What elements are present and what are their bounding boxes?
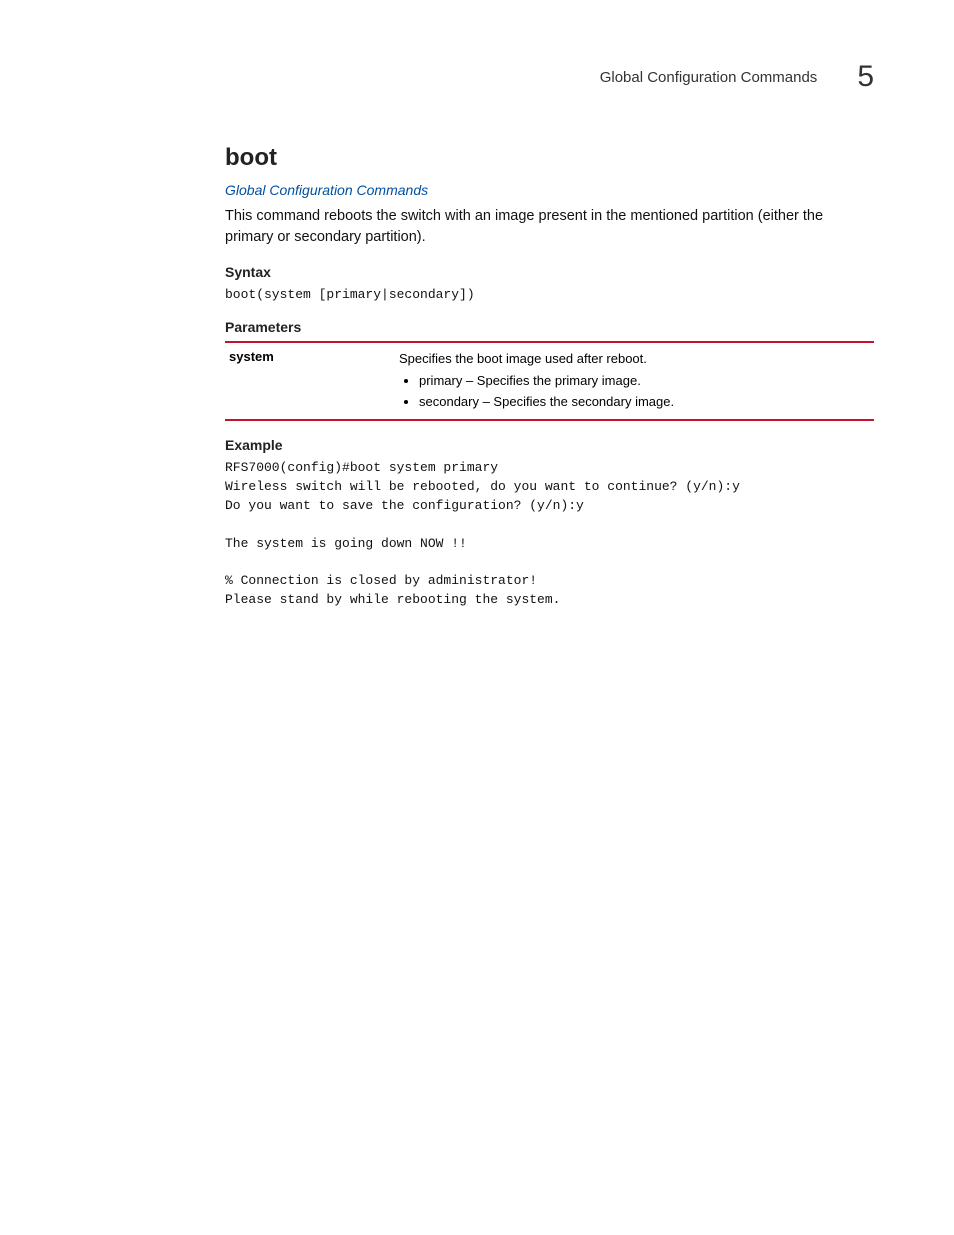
- page-header: Global Configuration Commands 5: [80, 60, 874, 94]
- list-item: primary – Specifies the primary image.: [419, 371, 874, 391]
- page-container: Global Configuration Commands 5 boot Glo…: [0, 0, 954, 682]
- breadcrumb-link[interactable]: Global Configuration Commands: [225, 182, 428, 198]
- example-code: RFS7000(config)#boot system primary Wire…: [225, 459, 874, 610]
- section-description: This command reboots the switch with an …: [225, 206, 874, 248]
- param-name: system: [225, 349, 399, 364]
- list-item: secondary – Specifies the secondary imag…: [419, 392, 874, 412]
- param-desc-text: Specifies the boot image used after rebo…: [399, 351, 647, 366]
- syntax-heading: Syntax: [225, 264, 874, 280]
- param-bullets: primary – Specifies the primary image. s…: [399, 371, 874, 412]
- example-heading: Example: [225, 437, 874, 453]
- chapter-number: 5: [857, 60, 874, 94]
- parameters-table: system Specifies the boot image used aft…: [225, 341, 874, 421]
- param-description: Specifies the boot image used after rebo…: [399, 349, 874, 413]
- syntax-code: boot(system [primary|secondary]): [225, 286, 874, 305]
- parameters-heading: Parameters: [225, 319, 874, 335]
- table-row: system Specifies the boot image used aft…: [225, 349, 874, 413]
- content-area: boot Global Configuration Commands This …: [225, 144, 874, 610]
- section-title: boot: [225, 144, 874, 172]
- header-title: Global Configuration Commands: [600, 69, 818, 86]
